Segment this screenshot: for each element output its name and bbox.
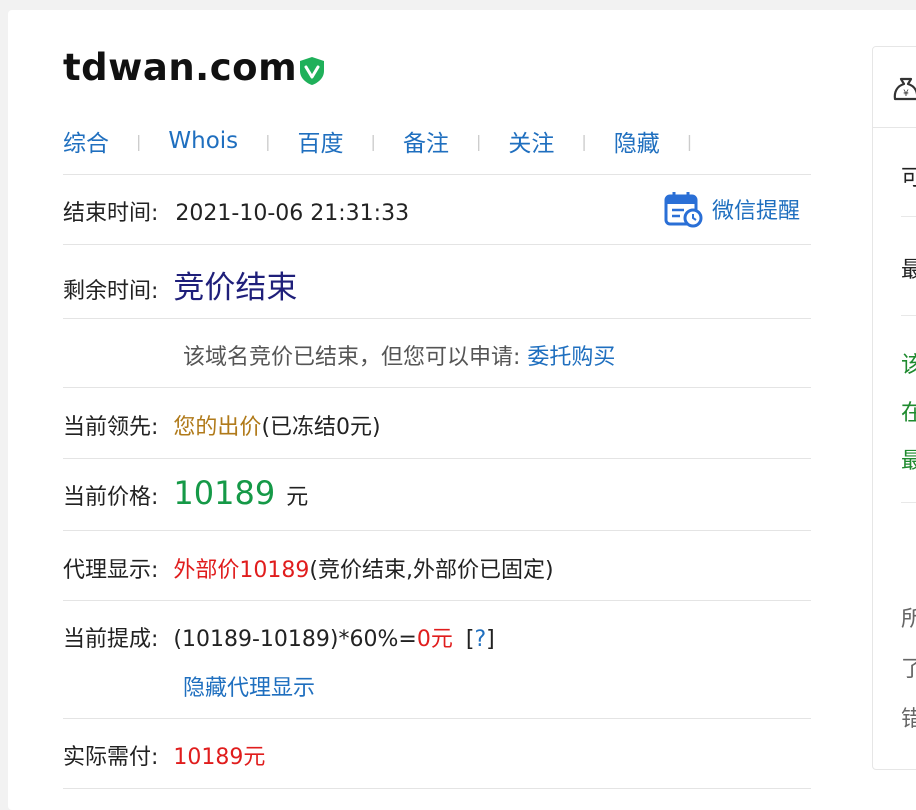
side-panel-header: ¥ [873, 47, 916, 128]
side-text-7: 了 [901, 651, 916, 683]
divider [63, 530, 811, 531]
proxy-display-row: 代理显示: 外部价10189(竞价结束,外部价已固定) [63, 552, 554, 584]
tab-whois[interactable]: Whois [168, 128, 238, 154]
svg-text:¥: ¥ [903, 89, 909, 99]
tab-separator: | [370, 131, 376, 151]
proxy-label: 代理显示: [63, 558, 159, 583]
tab-hide[interactable]: 隐藏 [614, 124, 660, 158]
price-label: 当前价格: [63, 485, 159, 510]
side-text-8: 错 [901, 701, 916, 733]
domain-title: tdwan.com [63, 46, 298, 89]
domain-tabs: 综合 | Whois | 百度 | 备注 | 关注 | 隐藏 | [63, 124, 719, 158]
tab-separator: | [475, 131, 482, 151]
wechat-remind-label: 微信提醒 [712, 199, 801, 224]
side-divider [901, 502, 916, 503]
side-text-6: 所 [901, 601, 916, 633]
calendar-clock-icon [664, 192, 703, 228]
divider [63, 788, 811, 789]
money-bag-icon: ¥ [893, 77, 916, 101]
current-price: 10189 [173, 474, 276, 512]
divider [63, 244, 811, 245]
side-panel: ¥ 可 最 该 在 最 所 了 错 [872, 46, 916, 770]
price-unit: 元 [286, 485, 309, 510]
leader-row: 当前领先: 您的出价(已冻结0元) [63, 409, 381, 441]
side-text-2: 最 [901, 252, 916, 284]
commission-formula: (10189-10189)*60%= [173, 627, 417, 652]
side-text-4: 在 [901, 395, 916, 427]
side-text-3: 该 [901, 347, 916, 379]
tab-separator: | [265, 131, 271, 151]
payable-row: 实际需付: 10189元 [63, 739, 265, 771]
divider [63, 387, 811, 388]
leader-value: 您的出价 [173, 415, 262, 440]
tab-separator: | [136, 131, 142, 151]
side-text-1: 可 [901, 160, 916, 192]
tab-notes[interactable]: 备注 [403, 124, 449, 158]
commission-row: 当前提成: (10189-10189)*60%=0元 [?] [63, 621, 495, 653]
tab-baidu[interactable]: 百度 [298, 124, 344, 158]
commission-help-link[interactable]: ? [474, 627, 486, 652]
commission-label: 当前提成: [63, 627, 159, 652]
divider [63, 600, 811, 601]
auction-ended-notice: 该域名竞价已结束，但您可以申请: 委托购买 [183, 339, 615, 371]
remaining-time-label: 剩余时间: [63, 279, 159, 304]
price-row: 当前价格: 10189 元 [63, 474, 308, 512]
notice-text: 该域名竞价已结束，但您可以申请: [183, 345, 521, 370]
entrust-purchase-link[interactable]: 委托购买 [527, 345, 615, 370]
proxy-external-price: 外部价10189 [173, 558, 310, 583]
remaining-time-row: 剩余时间: 竞价结束 [63, 262, 297, 307]
payable-amount: 10189元 [173, 745, 266, 770]
end-time-row: 结束时间: 2021-10-06 21:31:33 [63, 195, 409, 227]
tab-follow[interactable]: 关注 [508, 124, 554, 158]
side-text-5: 最 [901, 443, 916, 475]
hide-proxy-display-link[interactable]: 隐藏代理显示 [183, 670, 315, 702]
divider [63, 318, 811, 319]
wechat-remind-button[interactable]: 微信提醒 [664, 190, 800, 228]
leader-label: 当前领先: [63, 415, 159, 440]
payable-label: 实际需付: [63, 745, 159, 770]
help-bracket-close: ] [486, 627, 495, 652]
auction-status: 竞价结束 [173, 270, 298, 306]
tab-overview[interactable]: 综合 [63, 124, 109, 158]
end-time-label: 结束时间: [63, 201, 159, 226]
frozen-amount: (已冻结0元) [261, 415, 381, 440]
end-time-value: 2021-10-06 21:31:33 [175, 201, 410, 226]
divider [63, 718, 811, 719]
tab-separator: | [581, 131, 587, 151]
side-divider [901, 315, 916, 316]
divider [63, 458, 811, 459]
divider [63, 174, 811, 175]
proxy-note: (竞价结束,外部价已固定) [309, 558, 554, 583]
commission-result: 0元 [416, 627, 453, 652]
side-divider [901, 216, 916, 217]
verified-shield-icon [300, 57, 324, 85]
tab-separator: | [686, 131, 693, 151]
